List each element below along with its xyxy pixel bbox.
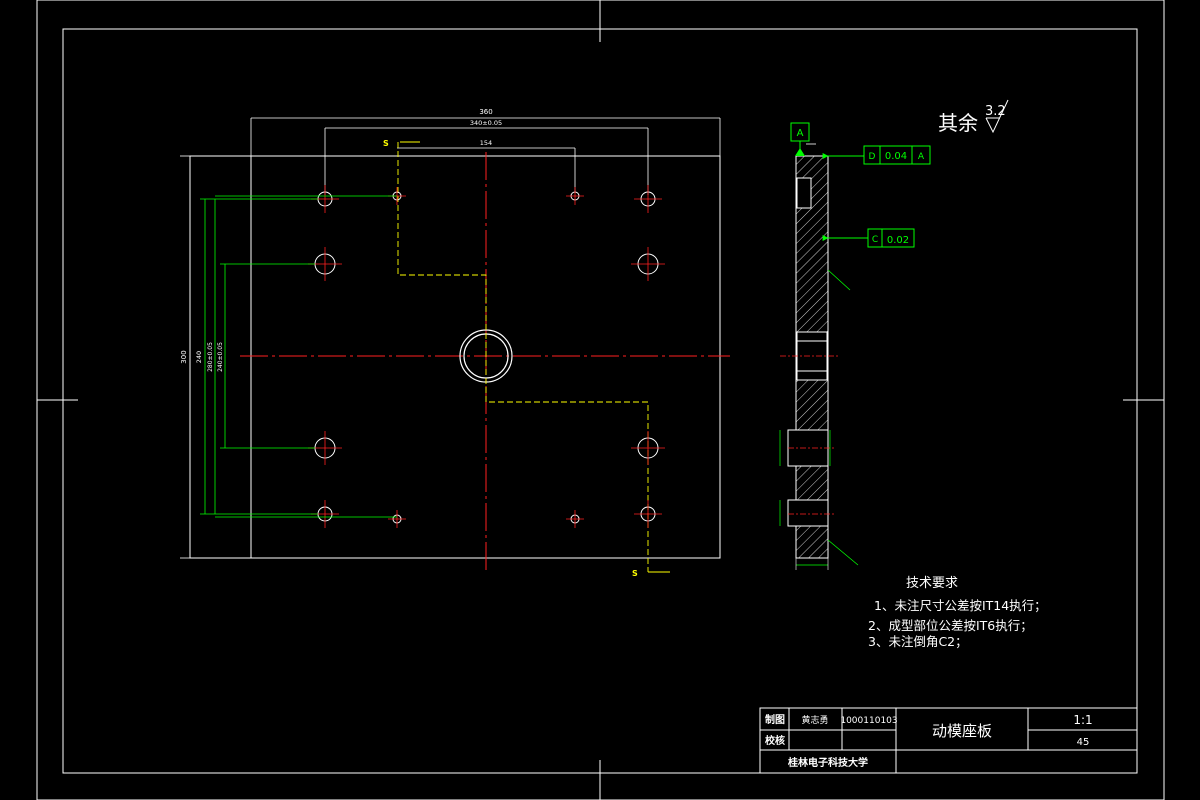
section-line (397, 142, 649, 572)
dim-left-h3: 240±0.05 (217, 342, 224, 372)
section-mark-top: S (383, 139, 389, 148)
dim-left-h2: 280±0.05 (207, 342, 214, 372)
tb-drawn-label: 制图 (765, 713, 785, 726)
datum-a-label: A (797, 128, 804, 139)
section-mark-bottom: S (632, 569, 638, 578)
cad-drawing: 360 340±0.05 154 300 240 280±0.05 240±0.… (36, 0, 1165, 800)
tb-part-name: 动模座板 (932, 722, 992, 740)
tol-parallelism-value: 0.04 (885, 151, 907, 162)
tol-flatness-value: 0.02 (887, 235, 909, 246)
drawing-frame (36, 0, 1165, 800)
tech-req-item-3: 3、未注倒角C2； (868, 634, 968, 649)
dim-inner-span: 154 (480, 139, 492, 147)
datum-a-symbol (790, 122, 816, 156)
front-view (180, 117, 730, 573)
dim-overall-height: 300 (180, 350, 188, 363)
tolerance-frame-parallelism (822, 145, 931, 165)
dim-overall-width: 360 (479, 108, 492, 116)
roughness-label: 其余 (938, 111, 978, 135)
tb-school: 桂林电子科技大学 (787, 756, 868, 769)
tb-drawing-no: 1000110103 (840, 716, 897, 726)
side-section-view (779, 155, 859, 570)
tol-parallelism-datum: A (918, 152, 925, 162)
tech-req-item-1: 1、未注尺寸公差按IT14执行； (874, 598, 1047, 613)
tb-checked-label: 校核 (765, 734, 785, 747)
plate-outline (189, 155, 721, 559)
roughness-value: 3.2 (985, 104, 1006, 119)
tech-req-title: 技术要求 (906, 576, 958, 591)
tb-drawn-name: 黄志勇 (801, 714, 828, 726)
dim-hole-span: 340±0.05 (470, 119, 502, 127)
tol-flatness-ref: C (872, 235, 878, 245)
tb-material: 45 (1077, 737, 1090, 748)
dim-left-h1: 240 (195, 351, 203, 363)
tb-scale: 1:1 (1073, 713, 1092, 727)
tech-req-item-2: 2、成型部位公差按IT6执行； (868, 618, 1033, 633)
tol-parallelism-ref: D (869, 152, 876, 162)
